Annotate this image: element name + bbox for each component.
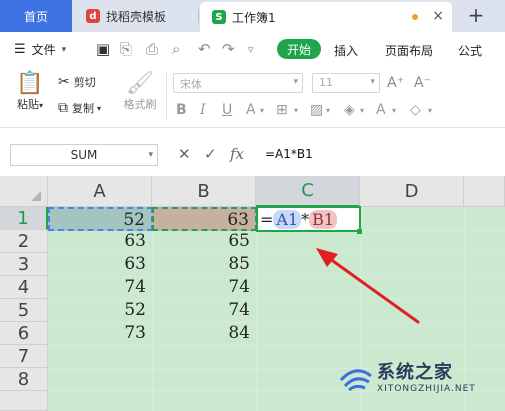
font-color-a-icon[interactable]: A bbox=[246, 102, 256, 118]
ribbon: 📋 粘贴▾ ✂ 剪切 ⧉ 复制 ▾ 🖌 格式刷 宋体 ▾ 11 ▾ A⁺ A⁻ B… bbox=[0, 66, 505, 128]
increase-font-icon[interactable]: A⁺ bbox=[387, 75, 404, 91]
chevron-down-icon: ▾ bbox=[293, 77, 298, 87]
paste-button[interactable]: 📋 粘贴▾ bbox=[14, 72, 46, 112]
add-tab-button[interactable]: + bbox=[462, 4, 490, 28]
copy-button[interactable]: ⧉ 复制 ▾ bbox=[58, 100, 101, 116]
chevron-down-icon: ▾ bbox=[392, 106, 397, 115]
cut-button[interactable]: ✂ 剪切 bbox=[58, 74, 96, 90]
font-size-select[interactable]: 11 ▾ bbox=[312, 73, 380, 93]
insert-function-icon[interactable]: fx bbox=[230, 145, 244, 163]
tab-insert[interactable]: 插入 bbox=[334, 42, 358, 59]
tab-bar: 首页 d 找稻壳模板 S 工作簿1 × + bbox=[0, 0, 505, 32]
chevron-down-icon: ▾ bbox=[260, 106, 265, 115]
fill-color-icon[interactable]: ◈ bbox=[344, 102, 355, 118]
chevron-down-icon: ▾ bbox=[360, 106, 365, 115]
tab-divider bbox=[198, 9, 199, 23]
ribbon-divider bbox=[166, 72, 167, 120]
formula-bar: SUM ▾ ✕ ✓ fx =A1*B1 bbox=[0, 128, 505, 176]
tab-home-label: 首页 bbox=[23, 9, 48, 24]
docer-logo-icon: d bbox=[86, 9, 100, 23]
redo-icon[interactable]: ↷ bbox=[222, 40, 235, 58]
copy-icon: ⧉ bbox=[58, 100, 68, 116]
cut-label: 剪切 bbox=[73, 76, 96, 89]
chevron-down-icon: ▾ bbox=[370, 77, 375, 87]
file-menu-label: 文件 bbox=[31, 43, 56, 57]
tab-formula[interactable]: 公式 bbox=[458, 42, 482, 59]
copy-label: 复制 bbox=[72, 102, 94, 115]
underline-icon[interactable]: U bbox=[222, 102, 232, 118]
save-icon[interactable]: ▣ bbox=[96, 40, 110, 58]
tab-start[interactable]: 开始 bbox=[277, 39, 321, 59]
export-pdf-icon[interactable]: ⎘ bbox=[120, 40, 132, 58]
watermark-logo-icon bbox=[339, 369, 372, 392]
font-name-value: 宋体 bbox=[180, 78, 202, 91]
chevron-down-icon: ▾ bbox=[428, 106, 433, 115]
decrease-font-icon[interactable]: A⁻ bbox=[414, 75, 431, 91]
bold-icon[interactable]: B bbox=[176, 102, 187, 118]
format-painter-label: 格式刷 bbox=[123, 98, 157, 111]
close-tab-icon[interactable]: × bbox=[432, 8, 444, 24]
format-painter-button[interactable]: 🖌 格式刷 bbox=[120, 72, 160, 112]
fill-pattern-icon[interactable]: ▨ bbox=[310, 102, 323, 118]
text-color-icon[interactable]: A bbox=[376, 102, 386, 118]
chevron-down-icon: ▾ bbox=[326, 106, 331, 115]
tab-template[interactable]: d 找稻壳模板 bbox=[72, 0, 198, 32]
tab-template-label: 找稻壳模板 bbox=[106, 9, 167, 24]
scissors-icon: ✂ bbox=[58, 74, 70, 90]
spreadsheet-icon: S bbox=[212, 10, 226, 24]
tab-workbook-label: 工作簿1 bbox=[232, 10, 276, 25]
print-icon[interactable]: ⎙ bbox=[146, 40, 158, 58]
tab-workbook[interactable]: S 工作簿1 × bbox=[200, 2, 452, 32]
customize-toolbar-icon[interactable]: ▿ bbox=[248, 43, 254, 56]
undo-icon[interactable]: ↶ bbox=[198, 40, 211, 58]
unsaved-dot-icon bbox=[412, 14, 418, 20]
format-painter-icon: 🖌 bbox=[126, 71, 154, 96]
font-name-select[interactable]: 宋体 ▾ bbox=[173, 73, 303, 93]
watermark-title: 系统之家 bbox=[377, 362, 453, 383]
file-menu[interactable]: ☰ 文件 ▾ bbox=[14, 41, 66, 58]
tab-home[interactable]: 首页 bbox=[0, 0, 72, 32]
cancel-formula-icon[interactable]: ✕ bbox=[178, 145, 191, 163]
menu-row: ☰ 文件 ▾ ▣ ⎘ ⎙ ⌕ ↶ ↷ ▿ 开始 插入 页面布局 公式 bbox=[0, 32, 505, 66]
tab-page-layout[interactable]: 页面布局 bbox=[385, 42, 433, 59]
border-icon[interactable]: ⊞ bbox=[276, 102, 288, 118]
confirm-formula-icon[interactable]: ✓ bbox=[204, 145, 217, 163]
clipboard-icon: 📋 bbox=[16, 71, 44, 96]
eraser-icon[interactable]: ◇ bbox=[410, 102, 421, 118]
hamburger-icon: ☰ bbox=[14, 42, 26, 57]
print-preview-icon[interactable]: ⌕ bbox=[172, 40, 180, 58]
name-box-value: SUM bbox=[70, 148, 98, 162]
chevron-down-icon: ▾ bbox=[294, 106, 299, 115]
chevron-down-icon: ▾ bbox=[61, 44, 67, 55]
formula-input[interactable]: =A1*B1 bbox=[257, 144, 505, 166]
chevron-down-icon: ▾ bbox=[148, 150, 153, 160]
watermark-url: XITONGZHIJIA.NET bbox=[377, 384, 476, 394]
watermark: 系统之家 XITONGZHIJIA.NET bbox=[337, 356, 505, 411]
font-size-value: 11 bbox=[319, 76, 333, 89]
paste-label: 粘贴 bbox=[16, 98, 39, 111]
italic-icon[interactable]: I bbox=[200, 102, 206, 118]
name-box[interactable]: SUM ▾ bbox=[10, 144, 158, 166]
